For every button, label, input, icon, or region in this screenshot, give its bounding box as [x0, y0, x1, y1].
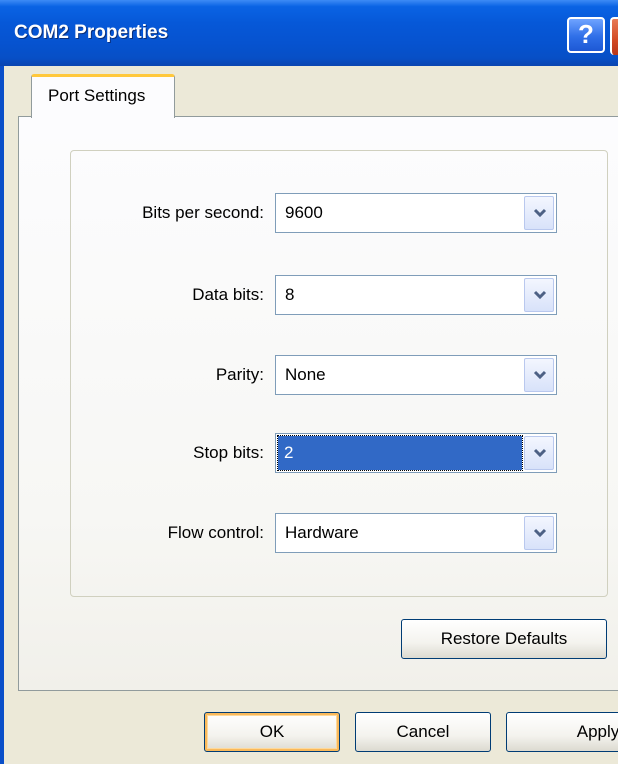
dropdown-button[interactable] [524, 196, 554, 230]
window-border [0, 66, 4, 764]
help-icon: ? [578, 19, 594, 49]
chevron-down-icon [533, 448, 547, 458]
parity-value: None [285, 365, 326, 384]
cancel-button[interactable]: Cancel [355, 712, 491, 752]
flow-control-select[interactable]: Hardware [275, 513, 557, 553]
parity-label: Parity: [215, 365, 264, 384]
flow-control-value: Hardware [285, 523, 359, 542]
stop-bits-label: Stop bits: [193, 443, 264, 462]
stop-bits-select[interactable]: 2 [275, 433, 557, 473]
data-bits-select[interactable]: 8 [275, 275, 557, 315]
chevron-down-icon [533, 528, 547, 538]
stop-bits-value: 2 [277, 435, 523, 471]
dropdown-button[interactable] [524, 516, 554, 550]
tab-label: Port Settings [48, 86, 146, 105]
com2-properties-dialog: COM2 Properties ? Port Settings Bits per… [0, 0, 618, 764]
data-bits-label: Data bits: [192, 285, 264, 304]
restore-defaults-button[interactable]: Restore Defaults [401, 619, 607, 659]
parity-select[interactable]: None [275, 355, 557, 395]
dropdown-button[interactable] [524, 278, 554, 312]
apply-button[interactable]: Apply [506, 712, 618, 752]
bits-per-second-select[interactable]: 9600 [275, 193, 557, 233]
close-button[interactable] [610, 17, 618, 55]
window-title: COM2 Properties [14, 22, 169, 43]
ok-button[interactable]: OK [204, 712, 340, 752]
chevron-down-icon [533, 290, 547, 300]
chevron-down-icon [533, 208, 547, 218]
help-button[interactable]: ? [567, 17, 605, 53]
title-bar[interactable]: COM2 Properties ? [0, 0, 618, 66]
dropdown-button[interactable] [524, 436, 554, 470]
chevron-down-icon [533, 370, 547, 380]
dropdown-button[interactable] [524, 358, 554, 392]
bits-per-second-label: Bits per second: [142, 203, 264, 222]
bits-per-second-value: 9600 [285, 203, 323, 222]
data-bits-value: 8 [285, 285, 295, 304]
flow-control-label: Flow control: [167, 523, 264, 542]
tab-port-settings[interactable]: Port Settings [31, 74, 175, 118]
